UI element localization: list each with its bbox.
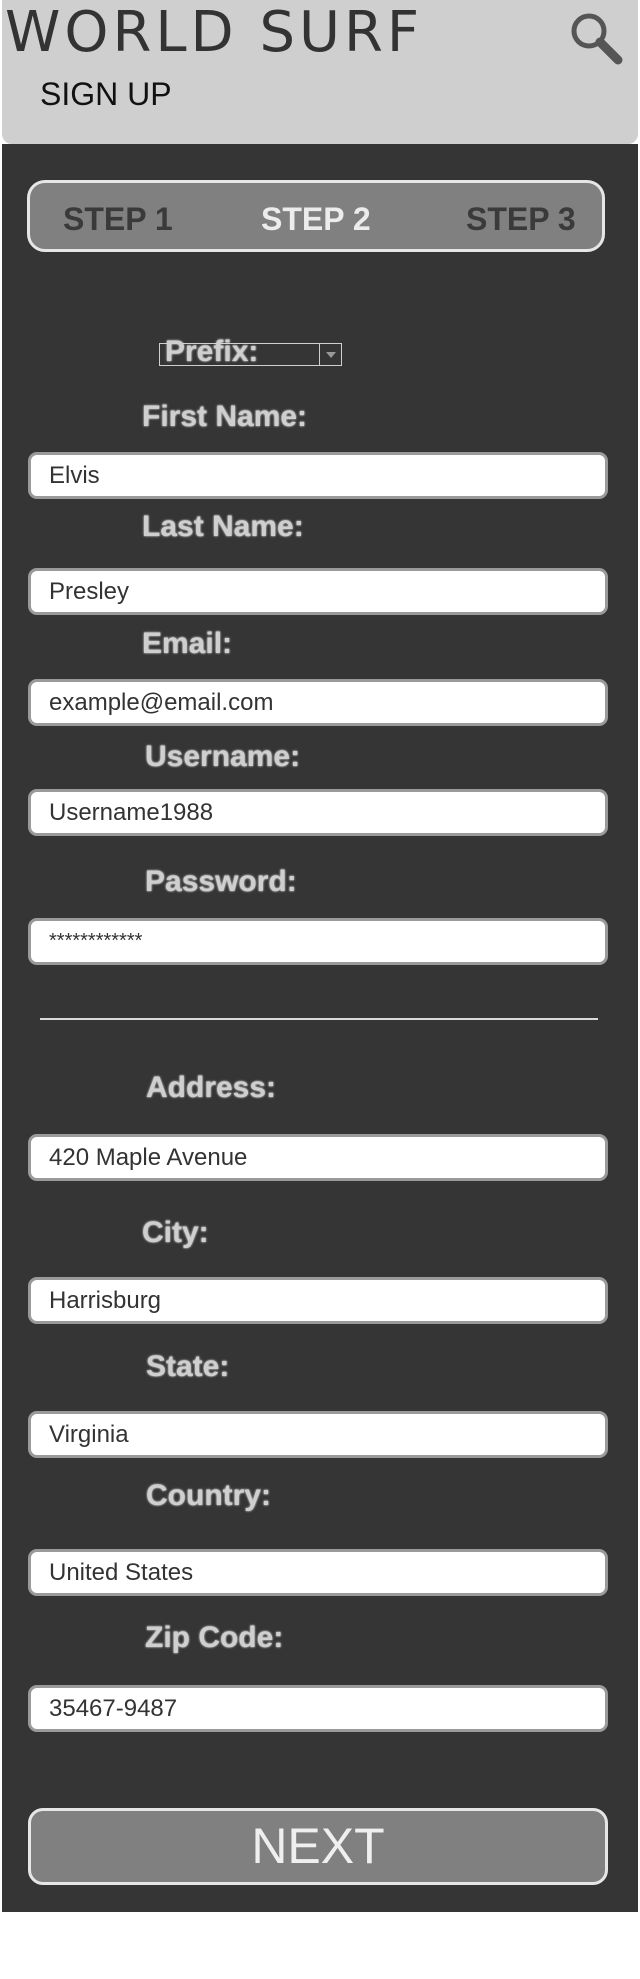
search-icon: [571, 13, 623, 65]
last-name-field[interactable]: Presley: [28, 568, 608, 615]
username-label: Username:: [145, 740, 301, 773]
first-name-label: First Name:: [142, 400, 308, 433]
state-field[interactable]: Virginia: [28, 1411, 608, 1458]
country-field[interactable]: United States: [28, 1549, 608, 1596]
city-field[interactable]: Harrisburg: [28, 1277, 608, 1324]
form-panel: [2, 144, 638, 1912]
tab-step-2[interactable]: STEP 2: [261, 201, 371, 237]
username-field[interactable]: Username1988: [28, 789, 608, 836]
section-divider: [40, 1018, 598, 1020]
password-label: Password:: [145, 865, 297, 898]
page-title: SIGN UP: [40, 76, 172, 112]
prefix-label: Prefix:: [165, 335, 259, 368]
zip-code-label: Zip Code:: [145, 1621, 284, 1654]
state-label: State:: [146, 1350, 230, 1383]
signup-screen: WORLD SURF SIGN UP STEP 1 STEP 2 STEP 3 …: [0, 0, 640, 1979]
search-button[interactable]: [567, 10, 627, 66]
email-label: Email:: [142, 627, 233, 660]
password-field[interactable]: ************: [28, 918, 608, 965]
address-label: Address:: [146, 1071, 277, 1104]
step-tabs: STEP 1 STEP 2 STEP 3: [27, 180, 605, 252]
last-name-label: Last Name:: [142, 510, 304, 543]
next-button[interactable]: NEXT: [28, 1808, 608, 1885]
chevron-down-icon[interactable]: [319, 344, 341, 365]
email-field[interactable]: example@email.com: [28, 679, 608, 726]
address-field[interactable]: 420 Maple Avenue: [28, 1134, 608, 1181]
brand-title: WORLD SURF: [5, 0, 424, 65]
country-label: Country:: [146, 1479, 271, 1512]
city-label: City:: [142, 1216, 209, 1249]
header: WORLD SURF SIGN UP: [2, 0, 638, 144]
first-name-field[interactable]: Elvis: [28, 452, 608, 499]
zip-code-field[interactable]: 35467-9487: [28, 1685, 608, 1732]
tab-step-1[interactable]: STEP 1: [63, 201, 173, 237]
tab-step-3[interactable]: STEP 3: [466, 201, 576, 237]
